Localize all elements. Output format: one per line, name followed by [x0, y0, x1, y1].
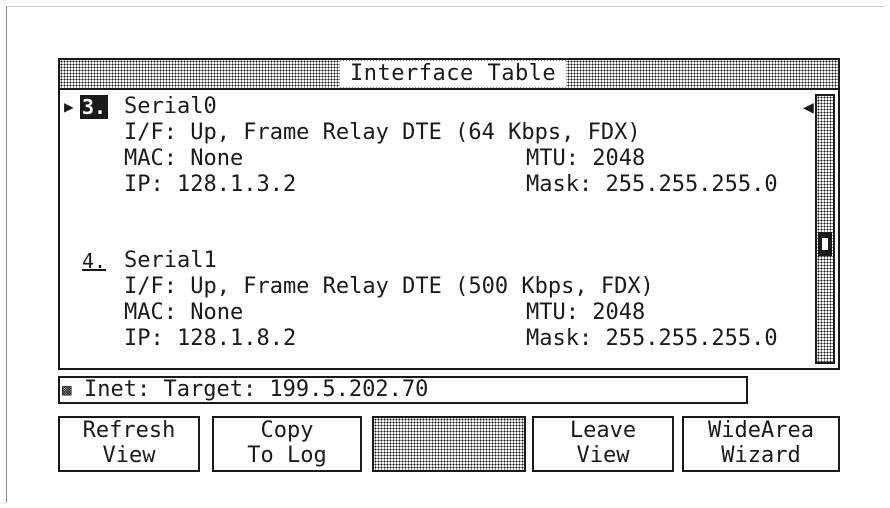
leave-view-button[interactable]: Leave View: [532, 416, 674, 472]
title-bar: Interface Table: [60, 60, 838, 90]
button-label-line2: Wizard: [721, 443, 801, 468]
interface-entry-serial0[interactable]: ▶ 3. Serial0 I/F: Up, Frame Relay DTE (6…: [64, 94, 800, 250]
window-title: Interface Table: [340, 61, 567, 87]
interface-table-panel: Interface Table ▶ 3. Serial0 I/F: Up, Fr…: [58, 58, 840, 370]
mtu-value: MTU: 2048: [526, 300, 646, 325]
button-label-line1: Leave: [569, 418, 637, 443]
button-label-line1: Copy: [260, 418, 314, 443]
refresh-view-button[interactable]: Refresh View: [58, 416, 200, 472]
status-bar: ▩ Inet: Target: 199.5.202.70: [58, 376, 748, 404]
interface-status-line: I/F: Up, Frame Relay DTE (500 Kbps, FDX): [124, 274, 654, 299]
button-label-line2: To Log: [247, 443, 327, 468]
scrollbar-thumb[interactable]: [818, 232, 832, 256]
button-label-line2: View: [576, 443, 630, 468]
ip-address: IP: 128.1.3.2: [124, 172, 297, 197]
widearea-wizard-button[interactable]: WideArea Wizard: [682, 416, 840, 472]
button-label-line1: Refresh: [82, 418, 176, 443]
mac-address: MAC: None: [124, 300, 244, 325]
network-icon: ▩: [62, 380, 72, 399]
interface-number: 4.: [82, 249, 107, 273]
mac-address: MAC: None: [124, 146, 244, 171]
mtu-value: MTU: 2048: [526, 146, 646, 171]
interface-entry-serial1[interactable]: 4. Serial1 I/F: Up, Frame Relay DTE (500…: [64, 248, 800, 368]
pointer-right-icon: ▶: [64, 97, 74, 116]
status-text: Inet: Target: 199.5.202.70: [84, 377, 429, 402]
subnet-mask: Mask: 255.255.255.0: [526, 326, 778, 351]
blank-function-key: [372, 416, 526, 472]
interface-status-line: I/F: Up, Frame Relay DTE (64 Kbps, FDX): [124, 120, 641, 145]
ip-address: IP: 128.1.8.2: [124, 326, 297, 351]
interface-name: Serial0: [124, 94, 217, 119]
button-label-line1: WideArea: [708, 418, 814, 443]
copy-to-log-button[interactable]: Copy To Log: [212, 416, 362, 472]
vertical-scrollbar[interactable]: [815, 94, 835, 364]
subnet-mask: Mask: 255.255.255.0: [526, 172, 778, 197]
scroll-left-arrow-icon: ◀: [803, 97, 814, 118]
interface-number: 3.: [80, 95, 109, 119]
interface-list[interactable]: ▶ 3. Serial0 I/F: Up, Frame Relay DTE (6…: [64, 94, 800, 370]
button-label-line2: View: [102, 443, 156, 468]
interface-name: Serial1: [124, 248, 217, 273]
